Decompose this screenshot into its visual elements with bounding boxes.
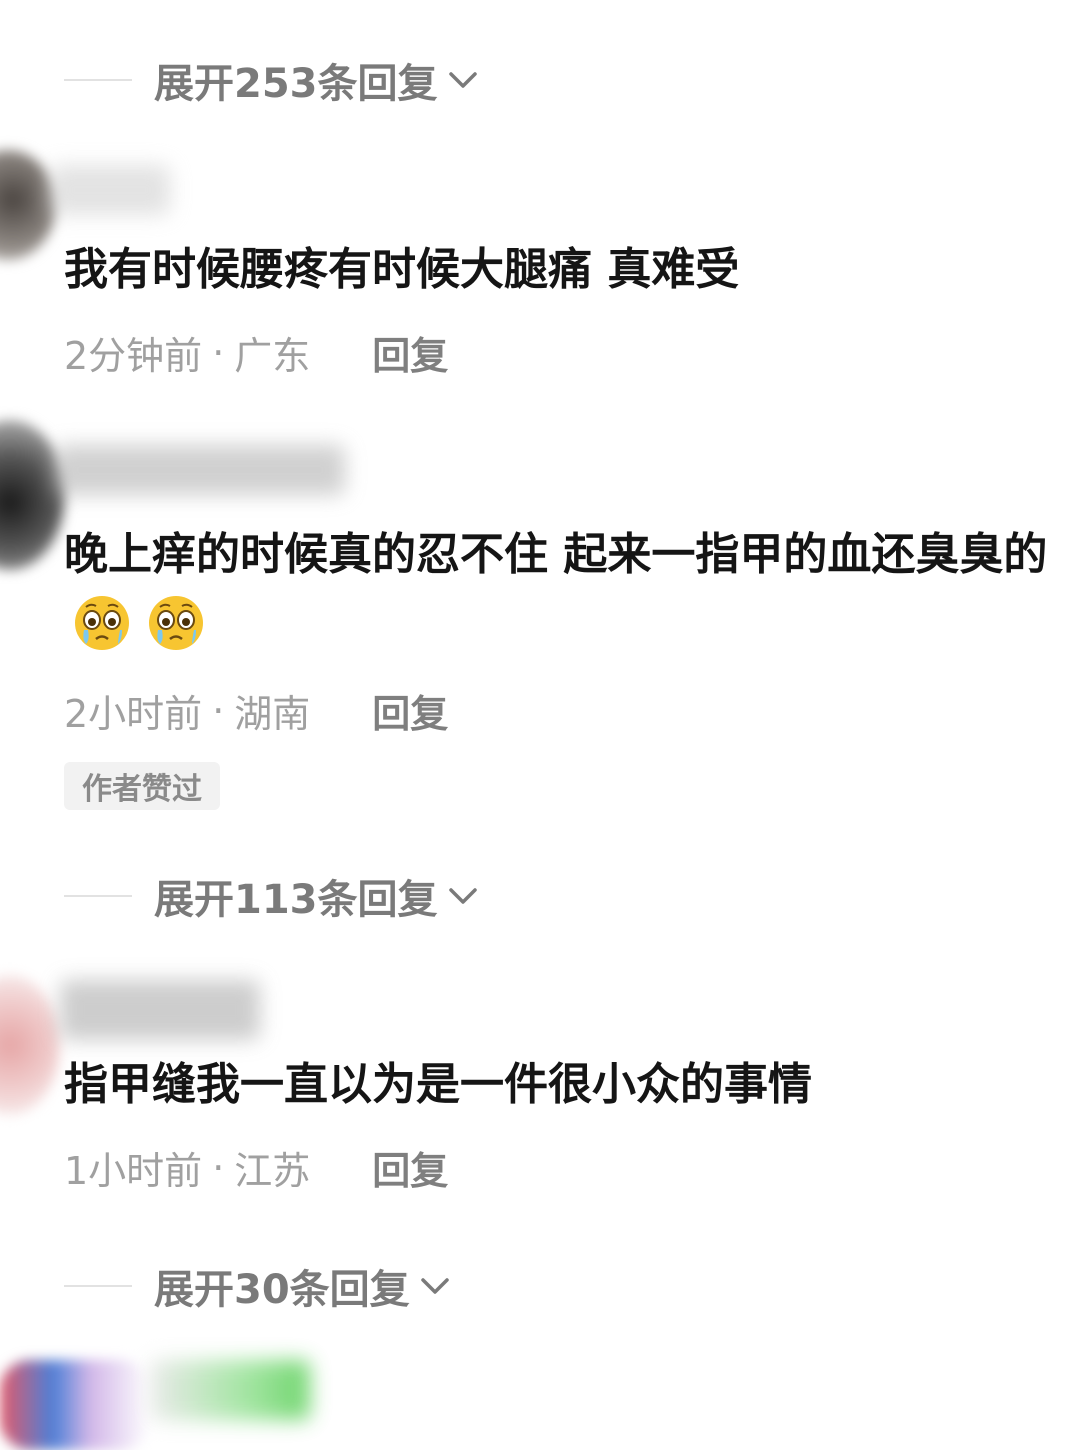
expand-replies-button[interactable]: 展开253条回复 — [154, 51, 480, 109]
comment-time: 1小时前 — [64, 1149, 203, 1193]
pleading-crying-face-icon — [75, 596, 129, 650]
username-blurred[interactable] — [60, 980, 260, 1040]
comment-meta: 1小时前 · 江苏 回复 — [64, 1140, 448, 1195]
avatar[interactable] — [0, 975, 60, 1115]
divider-line — [64, 1285, 132, 1287]
avatar[interactable] — [0, 1360, 150, 1450]
comment-text: 指甲缝我一直以为是一件很小众的事情 — [64, 1059, 812, 1110]
comment-location: 湖南 — [234, 692, 311, 736]
comment-meta: 2小时前 · 湖南 回复 — [64, 683, 448, 738]
expand-replies-label: 展开30条回复 — [154, 1267, 410, 1313]
avatar[interactable] — [0, 150, 56, 260]
chevron-down-icon — [448, 888, 477, 904]
divider-line — [64, 79, 132, 81]
meta-separator: · — [212, 330, 225, 375]
comment-text-content: 晚上痒的时候真的忍不住 起来一指甲的血还臭臭的 — [64, 529, 1048, 580]
comment-location: 江苏 — [234, 1149, 311, 1193]
author-liked-badge: 作者赞过 — [64, 762, 220, 810]
avatar[interactable] — [0, 420, 65, 570]
username-blurred[interactable] — [55, 445, 345, 495]
divider-line — [64, 895, 132, 897]
expand-replies-label: 展开113条回复 — [154, 877, 438, 923]
meta-separator: · — [212, 1145, 225, 1190]
meta-separator: · — [212, 688, 225, 733]
comment-text: 我有时候腰疼有时候大腿痛 真难受 — [64, 244, 740, 295]
reply-button[interactable]: 回复 — [372, 683, 448, 738]
reply-button[interactable]: 回复 — [372, 1140, 448, 1195]
expand-replies-label: 展开253条回复 — [154, 61, 438, 107]
expand-replies-button[interactable]: 展开30条回复 — [154, 1257, 452, 1315]
comment-location: 广东 — [234, 334, 311, 378]
username-blurred[interactable] — [150, 1360, 310, 1420]
reply-button[interactable]: 回复 — [372, 325, 448, 380]
chevron-down-icon — [420, 1278, 449, 1294]
comment-meta: 2分钟前 · 广东 回复 — [64, 325, 448, 380]
username-blurred[interactable] — [50, 165, 170, 215]
pleading-crying-face-icon — [149, 596, 203, 650]
chevron-down-icon — [448, 72, 477, 88]
expand-replies-button[interactable]: 展开113条回复 — [154, 867, 480, 925]
comment-time: 2小时前 — [64, 692, 203, 736]
comment-time: 2分钟前 — [64, 334, 203, 378]
comment-text: 晚上痒的时候真的忍不住 起来一指甲的血还臭臭的 — [64, 520, 1054, 663]
